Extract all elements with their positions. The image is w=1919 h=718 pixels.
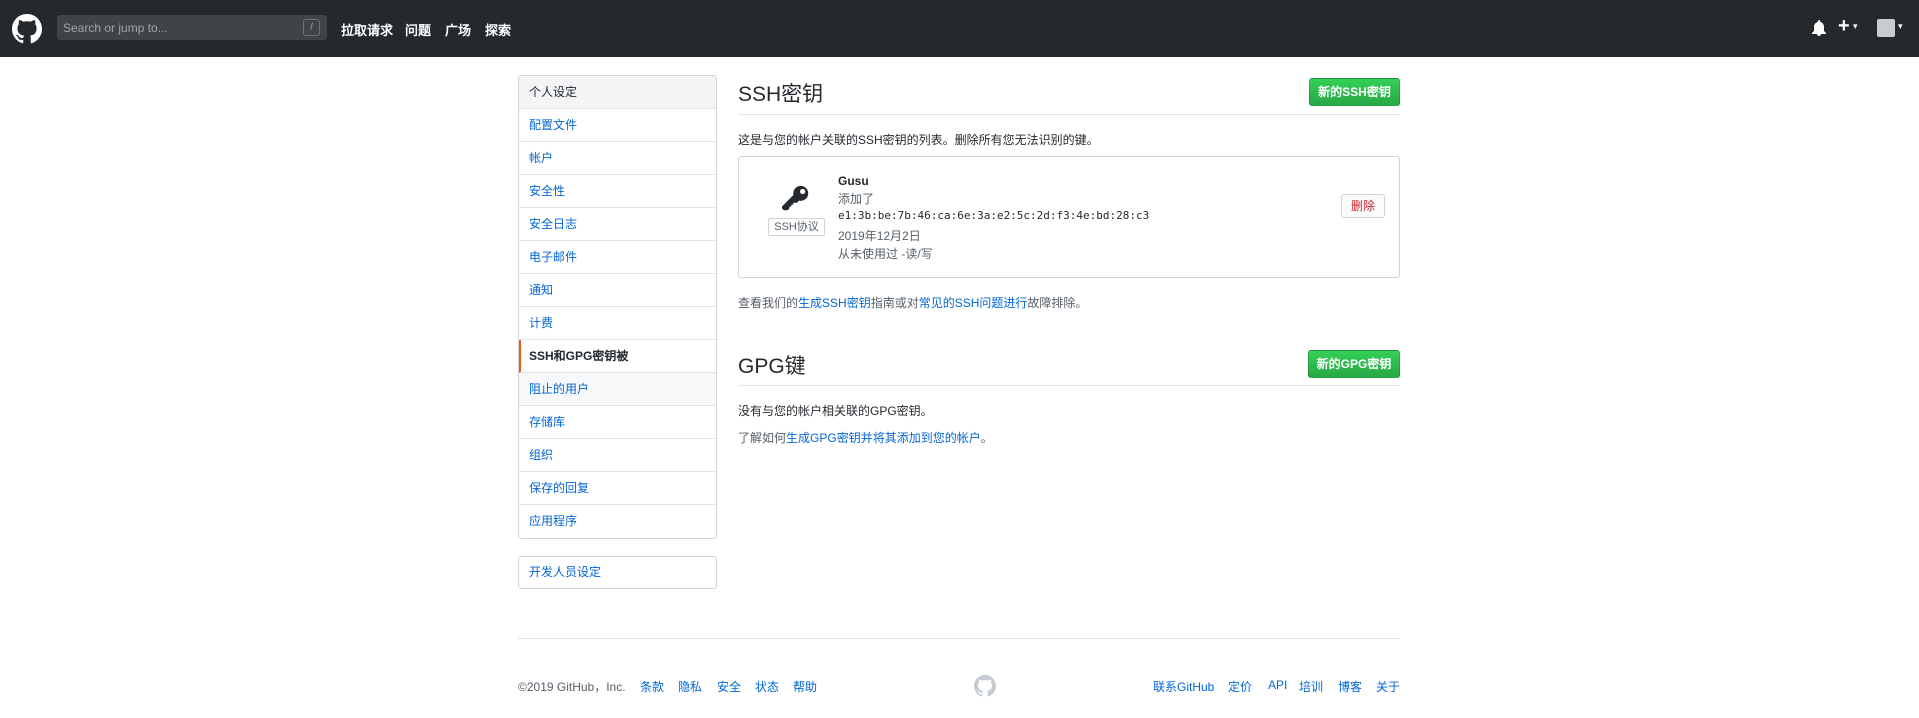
generate-gpg-key-link[interactable]: 生成GPG密钥并将其添加到您的帐户 <box>786 431 981 445</box>
footer-link-pricing[interactable]: 定价 <box>1228 678 1252 695</box>
ssh-key-name: Gusu <box>838 174 869 188</box>
nav-explore[interactable]: 探索 <box>485 20 511 39</box>
sidebar-item-notifications[interactable]: 通知 <box>519 274 716 307</box>
nav-marketplace[interactable]: 广场 <box>445 20 471 39</box>
gpg-keys-title: GPG键 <box>738 355 806 378</box>
ssh-help-suffix: 故障排除。 <box>1027 296 1088 310</box>
footer-link-contact[interactable]: 联系GitHub <box>1153 678 1214 695</box>
chevron-down-icon[interactable]: ▾ <box>1853 21 1858 32</box>
ssh-description: 这是与您的帐户关联的SSH密钥的列表。删除所有您无法识别的键。 <box>738 133 1099 147</box>
sidebar-item-developer-settings[interactable]: 开发人员设定 <box>518 556 717 589</box>
ssh-help-mid: 指南或对 <box>870 296 919 310</box>
sidebar-item-billing[interactable]: 计费 <box>519 307 716 340</box>
sidebar-item-emails[interactable]: 电子邮件 <box>519 241 716 274</box>
delete-ssh-key-button[interactable]: 删除 <box>1341 194 1385 218</box>
gpg-empty-text: 没有与您的帐户相关联的GPG密钥。 <box>738 404 933 418</box>
ssh-keys-title: SSH密钥 <box>738 83 824 106</box>
github-footer-logo-icon[interactable] <box>974 675 996 697</box>
ssh-key-date: 2019年12月2日 <box>838 229 921 243</box>
divider <box>738 385 1400 386</box>
nav-issues[interactable]: 问题 <box>405 20 431 39</box>
ssh-key-usage: 从未使用过 -读/写 <box>838 247 933 261</box>
search-placeholder: Search or jump to... <box>63 21 168 35</box>
new-gpg-key-button[interactable]: 新的GPG密钥 <box>1308 350 1400 378</box>
key-icon <box>782 185 809 211</box>
footer-link-about[interactable]: 关于 <box>1376 678 1400 695</box>
sidebar-heading: 个人设定 <box>519 76 716 109</box>
ssh-type-label: SSH协议 <box>768 218 825 236</box>
footer-link-terms[interactable]: 条款 <box>640 678 664 695</box>
ssh-key-added-label: 添加了 <box>838 192 875 206</box>
footer-link-help[interactable]: 帮助 <box>793 678 817 695</box>
gpg-learn-suffix: 。 <box>980 431 993 445</box>
chevron-down-icon[interactable]: ▾ <box>1898 21 1903 32</box>
footer-link-status[interactable]: 状态 <box>755 678 779 695</box>
avatar[interactable] <box>1877 19 1895 37</box>
sidebar-item-saved-replies[interactable]: 保存的回复 <box>519 472 716 505</box>
sidebar-item-profile[interactable]: 配置文件 <box>519 109 716 142</box>
plus-icon[interactable]: + <box>1838 15 1850 38</box>
ssh-help-text: 查看我们的生成SSH密钥指南或对常见的SSH问题进行故障排除。 <box>738 294 1087 311</box>
sidebar-item-security-log[interactable]: 安全日志 <box>519 208 716 241</box>
slash-shortcut-hint: / <box>303 19 320 36</box>
settings-sidebar: 个人设定 配置文件 帐户 安全性 安全日志 电子邮件 通知 计费 SSH和GPG… <box>518 75 717 539</box>
sidebar-item-organizations[interactable]: 组织 <box>519 439 716 472</box>
sidebar-item-repositories[interactable]: 存储库 <box>519 406 716 439</box>
sidebar-item-ssh-gpg-keys[interactable]: SSH和GPG密钥被 <box>519 340 716 373</box>
ssh-troubleshoot-link[interactable]: 常见的SSH问题进行 <box>919 296 1028 310</box>
sidebar-item-security[interactable]: 安全性 <box>519 175 716 208</box>
gpg-learn-text: 了解如何生成GPG密钥并将其添加到您的帐户。 <box>738 429 993 446</box>
sidebar-item-blocked-users[interactable]: 阻止的用户 <box>519 373 716 406</box>
ssh-help-prefix: 查看我们的 <box>738 296 799 310</box>
footer-link-blog[interactable]: 博客 <box>1338 678 1362 695</box>
nav-pull-requests[interactable]: 拉取请求 <box>341 20 393 39</box>
footer-copyright: ©2019 GitHub，Inc. <box>518 680 626 694</box>
sidebar-item-applications[interactable]: 应用程序 <box>519 505 716 538</box>
generate-ssh-key-link[interactable]: 生成SSH密钥 <box>798 296 871 310</box>
new-ssh-key-button[interactable]: 新的SSH密钥 <box>1309 78 1400 106</box>
footer-link-api[interactable]: API <box>1268 678 1287 692</box>
footer-link-training[interactable]: 培训 <box>1299 678 1323 695</box>
github-logo-icon[interactable] <box>12 14 42 44</box>
gpg-learn-prefix: 了解如何 <box>738 431 787 445</box>
footer-divider <box>518 638 1400 639</box>
sidebar-item-account[interactable]: 帐户 <box>519 142 716 175</box>
bell-icon[interactable] <box>1812 20 1826 36</box>
divider <box>738 114 1400 115</box>
footer-link-security[interactable]: 安全 <box>717 678 741 695</box>
footer-link-privacy[interactable]: 隐私 <box>678 678 702 695</box>
ssh-key-fingerprint: e1:3b:be:7b:46:ca:6e:3a:e2:5c:2d:f3:4e:b… <box>838 209 1150 222</box>
